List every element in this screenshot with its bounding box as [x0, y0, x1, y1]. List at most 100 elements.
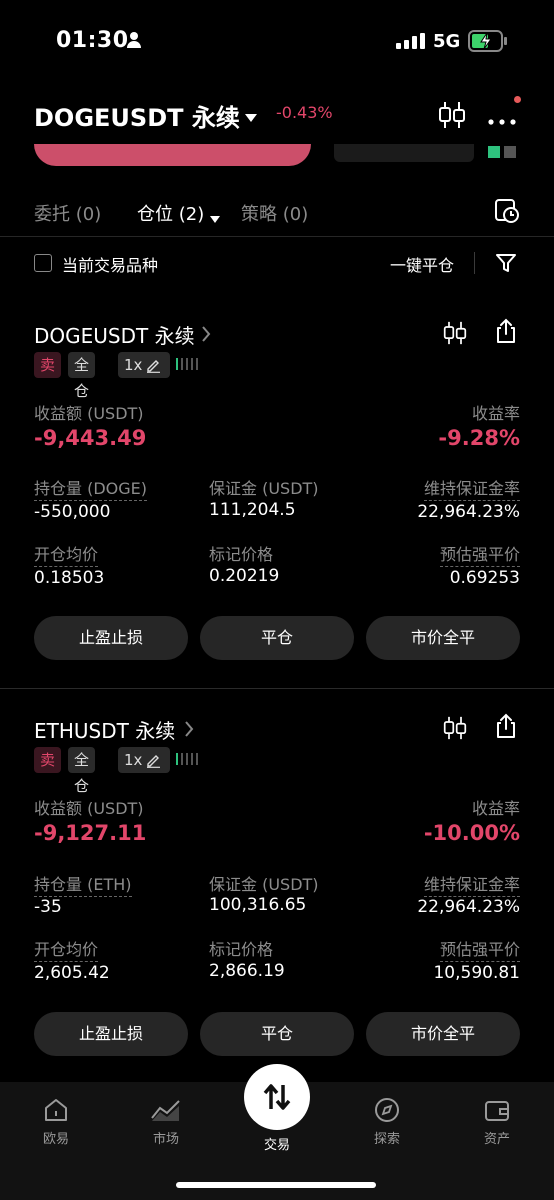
orderbook-toggle-icon[interactable] [488, 146, 518, 158]
nav-home[interactable]: 欧易 [16, 1096, 96, 1147]
signal-icon [396, 33, 426, 53]
mark-label: 标记价格 [209, 940, 274, 959]
nav-market[interactable]: 市场 [126, 1096, 206, 1147]
status-bar: 01:30 5G [0, 0, 554, 84]
entry-label[interactable]: 开仓均价 [34, 936, 99, 962]
mark-label: 标记价格 [209, 545, 274, 564]
size-label[interactable]: 持仓量 (DOGE) [34, 475, 147, 501]
home-indicator [176, 1182, 376, 1188]
maint-margin-label[interactable]: 维持保证金率 [423, 871, 520, 897]
leverage-badge[interactable]: 1x [118, 747, 170, 773]
tab-caret-down-icon[interactable] [210, 208, 220, 227]
filter-icon[interactable] [495, 252, 517, 278]
margin-value: 100,316.65 [209, 895, 307, 915]
nav-assets[interactable]: 资产 [457, 1096, 537, 1147]
maint-margin-label[interactable]: 维持保证金率 [423, 475, 520, 501]
margin-value: 111,204.5 [209, 500, 296, 520]
notification-dot [514, 96, 521, 103]
liq-label[interactable]: 预估强平价 [439, 936, 520, 962]
tab-strategies[interactable]: 策略 (0) [241, 200, 308, 226]
status-time: 01:30 [56, 28, 129, 53]
symbol-selector[interactable]: DOGEUSDT 永续 [34, 98, 240, 133]
entry-value: 0.18503 [34, 568, 105, 588]
compass-icon [375, 1098, 399, 1122]
leverage-value: 1x [124, 356, 143, 374]
filter-separator [474, 252, 475, 274]
current-symbol-label[interactable]: 当前交易品种 [62, 252, 158, 276]
margin-label: 保证金 (USDT) [209, 875, 319, 894]
market-close-button[interactable]: 市价全平 [366, 1012, 520, 1056]
roe-label: 收益率 [471, 799, 520, 818]
mark-value: 2,866.19 [209, 961, 285, 981]
trade-fab-button[interactable] [244, 1064, 310, 1130]
liq-label[interactable]: 预估强平价 [439, 541, 520, 567]
close-position-button[interactable]: 平仓 [200, 616, 354, 660]
tab-orders[interactable]: 委托 (0) [34, 200, 101, 226]
home-icon [45, 1099, 67, 1121]
size-label[interactable]: 持仓量 (ETH) [34, 871, 132, 897]
close-position-button[interactable]: 平仓 [200, 1012, 354, 1056]
price-change: -0.43% [276, 103, 333, 122]
candlestick-chart-icon[interactable] [443, 715, 467, 745]
chevron-right-icon[interactable] [184, 721, 194, 741]
position-title[interactable]: ETHUSDT 永续 [34, 715, 175, 744]
filter-row: 当前交易品种 一键平仓 [0, 246, 554, 282]
sell-button-remnant[interactable] [34, 144, 311, 166]
tpsl-button[interactable]: 止盈止损 [34, 616, 188, 660]
pnl-label: 收益额 (USDT) [34, 799, 144, 818]
person-icon [126, 31, 142, 53]
nav-assets-label: 资产 [483, 1132, 510, 1147]
side-badge: 卖 [34, 352, 62, 378]
caret-down-icon[interactable] [244, 108, 258, 127]
leverage-value: 1x [124, 751, 143, 769]
current-symbol-checkbox[interactable] [34, 254, 52, 272]
entry-value: 2,605.42 [34, 963, 110, 983]
maint-margin-value: 22,964.23% [417, 502, 520, 522]
entry-label[interactable]: 开仓均价 [34, 541, 99, 567]
chevron-right-icon[interactable] [201, 326, 211, 346]
share-icon[interactable] [495, 318, 517, 348]
mark-value: 0.20219 [209, 566, 280, 586]
position-title[interactable]: DOGEUSDT 永续 [34, 320, 195, 349]
maint-margin-value: 22,964.23% [417, 897, 520, 917]
margin-label: 保证金 (USDT) [209, 479, 319, 498]
trade-header: DOGEUSDT 永续 -0.43% [0, 84, 554, 144]
tabs-divider [0, 236, 554, 237]
tpsl-button[interactable]: 止盈止损 [34, 1012, 188, 1056]
battery-charging-icon [468, 30, 508, 56]
side-badge: 卖 [34, 747, 62, 773]
edit-icon [147, 755, 160, 768]
candlestick-chart-icon[interactable] [438, 100, 466, 134]
margin-mode-badge: 全仓 [68, 747, 96, 795]
network-type: 5G [433, 31, 461, 52]
nav-trade[interactable]: 交易 [237, 1134, 317, 1153]
size-value: -35 [34, 897, 62, 917]
roe-value: -9.28% [438, 426, 520, 450]
leverage-badge[interactable]: 1x [118, 352, 170, 378]
market-close-button[interactable]: 市价全平 [366, 616, 520, 660]
candlestick-chart-icon[interactable] [443, 320, 467, 350]
margin-mode-badge: 全仓 [68, 352, 96, 400]
price-field-remnant[interactable] [334, 144, 474, 162]
liq-value: 10,590.81 [433, 963, 520, 983]
share-icon[interactable] [495, 713, 517, 743]
card-separator [0, 688, 554, 689]
market-chart-icon [151, 1100, 180, 1121]
more-icon[interactable] [488, 110, 516, 129]
liq-value: 0.69253 [449, 568, 520, 588]
order-form-remnant [0, 144, 554, 168]
swap-arrows-icon [263, 1084, 291, 1110]
close-all-button[interactable]: 一键平仓 [390, 252, 454, 276]
tab-positions[interactable]: 仓位 (2) [137, 200, 204, 226]
nav-explore-label: 探索 [373, 1132, 400, 1147]
nav-market-label: 市场 [152, 1132, 179, 1147]
history-icon[interactable] [494, 198, 520, 228]
edit-icon [147, 360, 160, 373]
pnl-value: -9,443.49 [34, 426, 147, 450]
nav-explore[interactable]: 探索 [347, 1096, 427, 1147]
roe-value: -10.00% [423, 821, 520, 845]
roe-label: 收益率 [471, 404, 520, 423]
position-tabs: 委托 (0) 仓位 (2) 策略 (0) [0, 190, 554, 232]
nav-trade-label: 交易 [263, 1138, 290, 1153]
size-value: -550,000 [34, 502, 111, 522]
